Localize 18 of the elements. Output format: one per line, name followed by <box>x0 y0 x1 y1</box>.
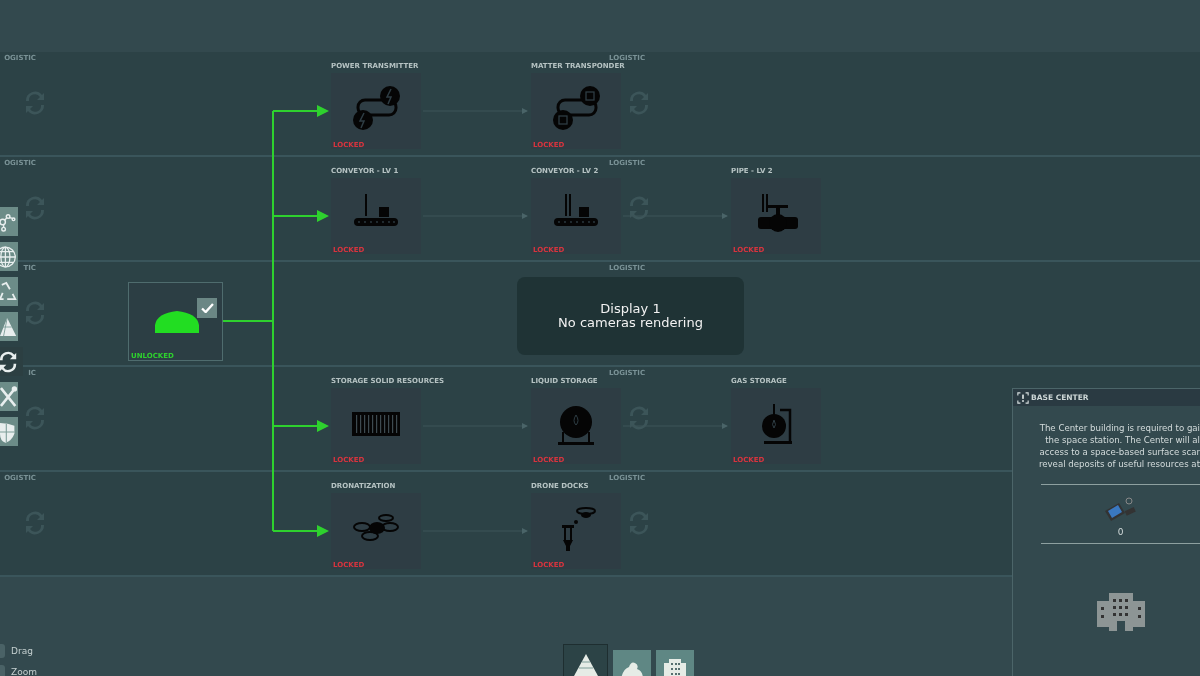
description-line: access to a space-based surface scar <box>1039 446 1200 458</box>
checkbox[interactable] <box>197 298 217 318</box>
control-hint: Drag <box>11 646 33 656</box>
description-line: reveal deposits of useful resources at <box>1038 458 1200 470</box>
sidebar-button[interactable] <box>0 347 23 376</box>
display-message: No cameras rendering <box>558 316 703 330</box>
key-icon <box>0 644 5 658</box>
info-icon <box>1017 391 1029 404</box>
dome-building-icon <box>155 311 199 333</box>
resource-count: 0 <box>1117 527 1124 537</box>
display-title: Display 1 <box>600 302 661 316</box>
description-line: the space station. The Center will al <box>1045 434 1200 446</box>
description-line: The Center building is required to gai <box>1039 422 1200 434</box>
category-tab[interactable] <box>563 644 608 676</box>
key-icon <box>0 665 5 676</box>
building-icon <box>1096 591 1145 631</box>
checkmark-icon <box>200 303 214 313</box>
control-hint: Zoom <box>11 667 37 676</box>
